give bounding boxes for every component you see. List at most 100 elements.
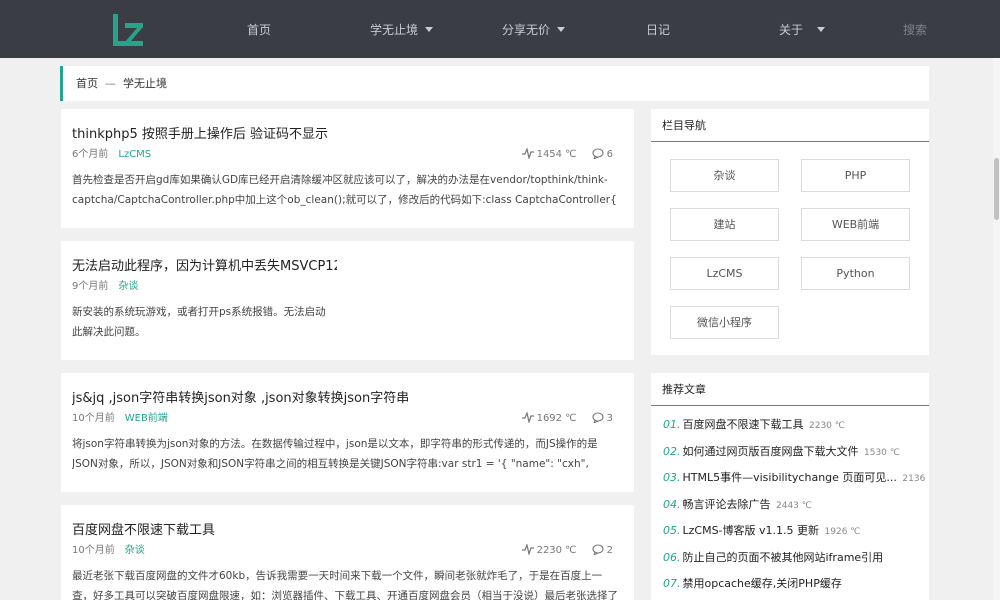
nav-item-home-label: 首页 bbox=[247, 23, 272, 37]
recommended-box: 推荐文章 01. 百度网盘不限速下载工具 2230 ℃ 02. 如何通过网页版百度网… bbox=[651, 373, 929, 600]
recommended-item[interactable]: 02. 如何通过网页版百度网盘下载大文件 1530 ℃ bbox=[663, 439, 929, 466]
category-button[interactable]: WEB前端 bbox=[801, 208, 910, 241]
recommended-item[interactable]: 06. 防止自己的页面不被其他网站iframe引用 bbox=[663, 545, 929, 572]
chevron-down-icon bbox=[817, 27, 826, 32]
post-time: 6个月前 bbox=[72, 149, 109, 160]
category-button[interactable]: 杂谈 bbox=[670, 159, 779, 192]
top-nav: 首页 学无止境 分享无价 日记 关于 搜索 bbox=[0, 0, 1000, 58]
post-card: 百度网盘不限速下载工具 10个月前 杂谈 2230 ℃ 2 最近老张下载百度网盘的… bbox=[61, 505, 634, 600]
category-button[interactable]: LzCMS bbox=[670, 257, 779, 290]
category-nav-title: 栏目导航 bbox=[651, 109, 929, 142]
post-title[interactable]: thinkphp5 按照手册上操作后 验证码不显示 bbox=[72, 125, 623, 145]
nav-item-diary-label: 日记 bbox=[646, 23, 671, 37]
post-meta: 10个月前 WEB前端 1692 ℃ 3 bbox=[72, 411, 623, 427]
recommended-item[interactable]: 01. 百度网盘不限速下载工具 2230 ℃ bbox=[663, 412, 929, 439]
recommended-item-title[interactable]: 畅言评论去除广告 bbox=[683, 498, 771, 511]
post-excerpt: 首先检查是否开启gd库如果确认GD库已经开启清除缓冲区就应该可以了，解决的办法是… bbox=[72, 174, 617, 206]
post-views-value: 1454 ℃ bbox=[536, 149, 577, 160]
site-logo-icon[interactable] bbox=[112, 13, 144, 47]
post-category[interactable]: WEB前端 bbox=[125, 413, 168, 424]
recommended-item-title[interactable]: LzCMS-博客版 v1.1.5 更新 bbox=[683, 524, 820, 537]
post-time: 10个月前 bbox=[72, 545, 115, 556]
recommended-item-title[interactable]: 如何通过网页版百度网盘下载大文件 bbox=[683, 445, 859, 458]
post-category[interactable]: LzCMS bbox=[118, 149, 151, 160]
recommended-num: 06. bbox=[663, 550, 681, 564]
recommended-item-title[interactable]: 防止自己的页面不被其他网站iframe引用 bbox=[683, 551, 884, 564]
nav-item-learning-label: 学无止境 bbox=[370, 23, 419, 37]
recommended-num: 02. bbox=[663, 444, 681, 458]
recommended-hot: 1530 ℃ bbox=[864, 447, 900, 458]
nav-item-home[interactable]: 首页 bbox=[247, 0, 271, 58]
recommended-item-title[interactable]: 百度网盘不限速下载工具 bbox=[683, 418, 804, 431]
search-link[interactable]: 搜索 bbox=[903, 0, 927, 60]
post-comments-value: 2 bbox=[606, 545, 613, 556]
post-stats: 1692 ℃ 3 bbox=[510, 411, 613, 427]
pulse-icon bbox=[521, 544, 534, 555]
comment-icon bbox=[592, 544, 604, 555]
recommended-item[interactable]: 05. LzCMS-博客版 v1.1.5 更新 1926 ℃ bbox=[663, 518, 929, 545]
post-title[interactable]: 无法启动此程序，因为计算机中丢失MSVCP120.c bbox=[72, 257, 337, 277]
recommended-item-title[interactable]: HTML5事件—visibilitychange 页面可见... bbox=[683, 471, 897, 484]
page-scrollbar[interactable] bbox=[993, 58, 1000, 600]
nav-item-sharing-label: 分享无价 bbox=[502, 23, 551, 37]
post-views: 1692 ℃ bbox=[521, 412, 577, 424]
recommended-title: 推荐文章 bbox=[651, 373, 929, 406]
pulse-icon bbox=[521, 148, 534, 159]
post-comments: 3 bbox=[592, 412, 613, 424]
comment-icon bbox=[592, 412, 604, 423]
nav-item-learning[interactable]: 学无止境 bbox=[370, 0, 434, 58]
breadcrumb-current[interactable]: 学无止境 bbox=[123, 77, 167, 90]
recommended-hot: 1926 ℃ bbox=[824, 527, 861, 537]
breadcrumb: 首页 — 学无止境 bbox=[60, 66, 929, 101]
nav-item-sharing[interactable]: 分享无价 bbox=[502, 0, 566, 58]
recommended-item[interactable]: 04. 畅言评论去除广告 2443 ℃ bbox=[663, 492, 929, 519]
comment-icon bbox=[592, 148, 604, 159]
scrollbar-thumb[interactable] bbox=[994, 158, 999, 220]
post-comments: 6 bbox=[592, 148, 613, 160]
recommended-hot: 2136 ℃ bbox=[902, 474, 929, 484]
pulse-icon bbox=[521, 412, 534, 423]
post-meta: 9个月前 杂谈 bbox=[72, 279, 328, 295]
post-excerpt: 最近老张下载百度网盘的文件才60kb，告诉我需要一天时间来下载一个文件，瞬间老张… bbox=[72, 570, 618, 600]
recommended-item[interactable]: 07. 禁用opcache缓存,关闭PHP缓存 bbox=[663, 571, 929, 598]
chevron-down-icon bbox=[557, 27, 566, 32]
recommended-item[interactable]: 03. HTML5事件—visibilitychange 页面可见... 2136… bbox=[663, 465, 929, 492]
category-button[interactable]: 建站 bbox=[670, 208, 779, 241]
post-card-blank-area bbox=[339, 241, 634, 360]
post-category[interactable]: 杂谈 bbox=[125, 545, 145, 556]
post-comments-value: 3 bbox=[606, 413, 613, 424]
post-category[interactable]: 杂谈 bbox=[118, 281, 138, 292]
recommended-item-title[interactable]: 禁用opcache缓存,关闭PHP缓存 bbox=[683, 577, 842, 590]
post-excerpt: 将json字符串转换为json对象的方法。在数据传输过程中，json是以文本，即… bbox=[72, 438, 598, 470]
post-time: 9个月前 bbox=[72, 281, 109, 292]
post-stats: 2230 ℃ 2 bbox=[510, 543, 613, 559]
category-button[interactable]: PHP bbox=[801, 159, 910, 192]
category-nav-box: 栏目导航 杂谈 PHP 建站 WEB前端 LzCMS Python 微信小程序 bbox=[651, 109, 929, 355]
recommended-num: 01. bbox=[663, 418, 681, 431]
nav-item-diary[interactable]: 日记 bbox=[646, 0, 670, 58]
chevron-down-icon bbox=[425, 27, 434, 32]
post-views-value: 2230 ℃ bbox=[536, 545, 577, 556]
breadcrumb-separator: — bbox=[105, 77, 116, 90]
post-title[interactable]: js&jq ,json字符串转换json对象 ,json对象转换json字符串 bbox=[72, 389, 623, 409]
recommended-num: 05. bbox=[663, 524, 681, 537]
post-stats: 1454 ℃ 6 bbox=[510, 147, 613, 163]
nav-item-about-label: 关于 bbox=[779, 23, 804, 37]
post-time: 10个月前 bbox=[72, 413, 115, 424]
post-meta: 6个月前 LzCMS 1454 ℃ 6 bbox=[72, 147, 623, 163]
post-card: 无法启动此程序，因为计算机中丢失MSVCP120.c 9个月前 杂谈 新安装的系统… bbox=[61, 241, 339, 360]
post-title[interactable]: 百度网盘不限速下载工具 bbox=[72, 521, 623, 541]
post-views: 1454 ℃ bbox=[521, 148, 577, 160]
category-button[interactable]: 微信小程序 bbox=[670, 306, 779, 339]
recommended-list: 01. 百度网盘不限速下载工具 2230 ℃ 02. 如何通过网页版百度网盘下载大文… bbox=[651, 406, 929, 598]
post-comments-value: 6 bbox=[606, 149, 613, 160]
recommended-hot: 2443 ℃ bbox=[776, 500, 812, 511]
breadcrumb-home[interactable]: 首页 bbox=[76, 77, 98, 90]
post-views: 2230 ℃ bbox=[521, 544, 577, 556]
post-views-value: 1692 ℃ bbox=[536, 413, 577, 424]
post-card: js&jq ,json字符串转换json对象 ,json对象转换json字符串 … bbox=[61, 373, 634, 492]
category-button[interactable]: Python bbox=[801, 257, 910, 290]
nav-item-about[interactable]: 关于 bbox=[779, 0, 826, 58]
post-meta: 10个月前 杂谈 2230 ℃ 2 bbox=[72, 543, 623, 559]
post-comments: 2 bbox=[592, 544, 613, 556]
